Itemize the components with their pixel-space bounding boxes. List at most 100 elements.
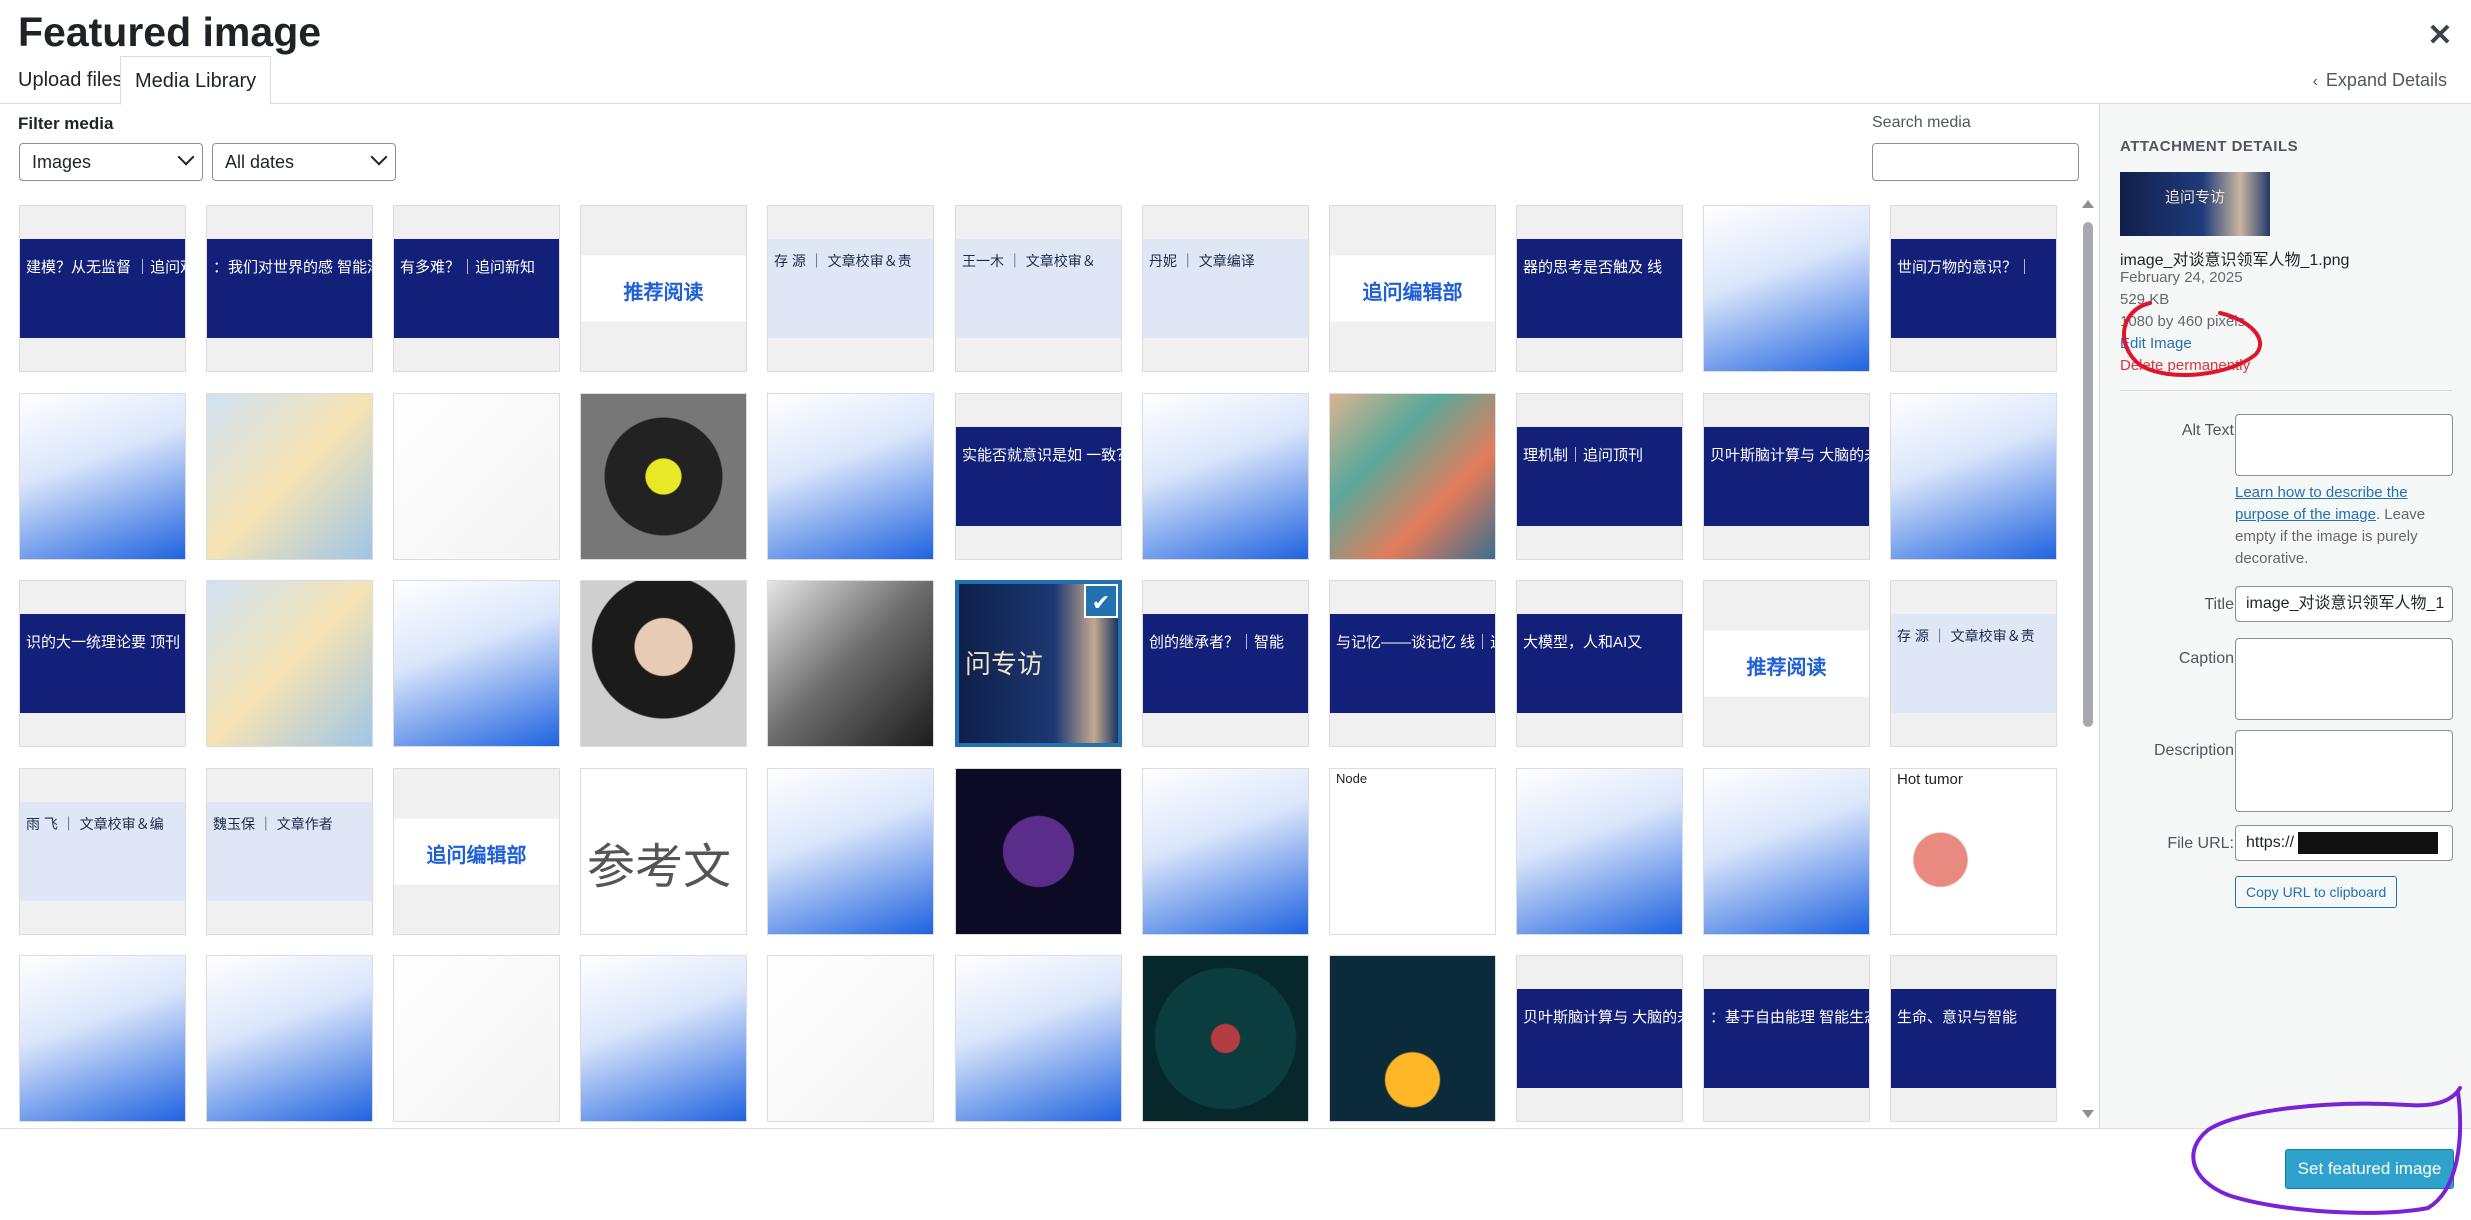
- thumbnail-art: [956, 206, 1121, 371]
- media-thumbnail[interactable]: [19, 955, 186, 1122]
- attachment-size: 529 KB: [2120, 291, 2170, 308]
- file-url-field[interactable]: https://: [2235, 825, 2453, 861]
- thumbnail-art: [1143, 394, 1308, 559]
- checkmark-icon[interactable]: ✔: [1084, 584, 1118, 618]
- media-thumbnail[interactable]: 有多难？｜追问新知: [393, 205, 560, 372]
- alt-text-field[interactable]: [2235, 414, 2453, 476]
- search-media-input[interactable]: [1872, 143, 2079, 181]
- scroll-down-arrow[interactable]: [2082, 1110, 2094, 1118]
- media-thumbnail[interactable]: 创的继承者？｜智能: [1142, 580, 1309, 747]
- media-thumbnail[interactable]: [1329, 955, 1496, 1122]
- tab-upload-files[interactable]: Upload files: [4, 56, 137, 104]
- media-thumbnail[interactable]: 参考文: [580, 768, 747, 935]
- media-thumbnail[interactable]: 魏玉保 ｜ 文章作者: [206, 768, 373, 935]
- thumbnail-art: [20, 394, 185, 559]
- thumbnail-art: [768, 769, 933, 934]
- media-thumbnail[interactable]: 追问编辑部: [393, 768, 560, 935]
- thumbnail-art: [1891, 206, 2056, 371]
- media-thumbnail[interactable]: [955, 768, 1122, 935]
- media-type-select[interactable]: Images: [19, 143, 203, 181]
- media-thumbnail[interactable]: [393, 955, 560, 1122]
- media-thumbnail[interactable]: ：基于自由能理 智能生态系统: [1703, 955, 1870, 1122]
- featured-image-modal: Featured image ✕ Upload files Media Libr…: [0, 0, 2471, 1220]
- media-thumbnail[interactable]: 大模型，人和AI又: [1516, 580, 1683, 747]
- thumbnail-caption: 建模？从无监督 ｜追问观察: [26, 259, 185, 276]
- media-thumbnail[interactable]: 雨 飞 ｜ 文章校审＆编: [19, 768, 186, 935]
- media-thumbnail[interactable]: [1142, 393, 1309, 560]
- media-thumbnail[interactable]: 器的思考是否触及 线: [1516, 205, 1683, 372]
- tab-media-library[interactable]: Media Library: [120, 56, 272, 105]
- media-thumbnail[interactable]: 识的大一统理论要 顶刊: [19, 580, 186, 747]
- chevron-left-icon: ‹: [2312, 73, 2318, 90]
- thumbnail-art: [956, 769, 1121, 934]
- media-thumbnail[interactable]: 王一木 ｜ 文章校审＆: [955, 205, 1122, 372]
- description-field[interactable]: [2235, 730, 2453, 812]
- media-thumbnail[interactable]: [1516, 768, 1683, 935]
- thumbnail-caption: 追问编辑部: [426, 845, 527, 867]
- set-featured-image-button[interactable]: Set featured image: [2285, 1149, 2454, 1189]
- media-thumbnail[interactable]: 贝叶斯脑计算与 大脑的未来吗？: [1516, 955, 1683, 1122]
- media-thumbnail[interactable]: [19, 393, 186, 560]
- media-thumbnail[interactable]: [393, 580, 560, 747]
- media-thumbnail[interactable]: 追问编辑部: [1329, 205, 1496, 372]
- media-thumbnail[interactable]: 生命、意识与智能: [1890, 955, 2057, 1122]
- media-thumbnail[interactable]: [767, 393, 934, 560]
- media-thumbnail[interactable]: 建模？从无监督 ｜追问观察: [19, 205, 186, 372]
- thumbnail-art: [1517, 581, 1682, 746]
- tab-bar: Upload files Media Library ‹ Expand Detai…: [0, 56, 2471, 105]
- media-thumbnail[interactable]: [1703, 768, 1870, 935]
- delete-permanently-link[interactable]: Delete permanently: [2120, 357, 2250, 374]
- thumbnail-caption: 王一木 ｜ 文章校审＆: [962, 253, 1096, 269]
- thumbnail-art: [1891, 581, 2056, 746]
- file-url-value: https://: [2246, 834, 2295, 851]
- media-thumbnail[interactable]: [1890, 393, 2057, 560]
- date-filter-select[interactable]: All dates: [212, 143, 396, 181]
- media-thumbnail[interactable]: [767, 955, 934, 1122]
- thumbnail-caption: 贝叶斯脑计算与 大脑的未来吗？: [1710, 447, 1869, 464]
- media-thumbnail[interactable]: [955, 955, 1122, 1122]
- media-thumbnail[interactable]: Node: [1329, 768, 1496, 935]
- media-thumbnail[interactable]: [1142, 955, 1309, 1122]
- media-thumbnail[interactable]: [206, 955, 373, 1122]
- media-thumbnail[interactable]: ：我们对世界的感 智能渐近线: [206, 205, 373, 372]
- media-thumbnail[interactable]: [206, 393, 373, 560]
- media-thumbnail[interactable]: [1142, 768, 1309, 935]
- media-thumbnail[interactable]: 与记忆——谈记忆 线｜追问观察: [1329, 580, 1496, 747]
- media-thumbnail[interactable]: 贝叶斯脑计算与 大脑的未来吗？: [1703, 393, 1870, 560]
- expand-details-button[interactable]: ‹ Expand Details: [2313, 56, 2447, 104]
- media-thumbnail[interactable]: [1329, 393, 1496, 560]
- media-thumbnail[interactable]: 存 源 ｜ 文章校审＆责: [767, 205, 934, 372]
- caption-field[interactable]: [2235, 638, 2453, 720]
- media-thumbnail[interactable]: Hot tumor: [1890, 768, 2057, 935]
- thumbnail-caption: 推荐阅读: [1746, 657, 1827, 679]
- media-thumbnail[interactable]: [767, 580, 934, 747]
- media-thumbnail[interactable]: 实能否就意识是如 一致？｜追问观察: [955, 393, 1122, 560]
- media-thumbnail[interactable]: 推荐阅读: [580, 205, 747, 372]
- media-thumbnail[interactable]: 世间万物的意识？｜: [1890, 205, 2057, 372]
- scroll-up-arrow[interactable]: [2082, 200, 2094, 208]
- title-field[interactable]: image_对谈意识领军人物_1: [2235, 586, 2453, 622]
- close-icon[interactable]: ✕: [2420, 16, 2460, 56]
- thumbnail-art: [20, 206, 185, 371]
- copy-url-button[interactable]: Copy URL to clipboard: [2235, 876, 2398, 908]
- media-thumbnail[interactable]: 推荐阅读: [1703, 580, 1870, 747]
- media-thumbnail-selected[interactable]: 问专访 ✔: [955, 580, 1122, 747]
- media-thumbnail[interactable]: [1703, 205, 1870, 372]
- thumbnail-art: [581, 956, 746, 1121]
- media-thumbnail[interactable]: [580, 580, 747, 747]
- media-thumbnail[interactable]: 丹妮 ｜ 文章编译: [1142, 205, 1309, 372]
- thumbnail-art: [20, 956, 185, 1121]
- media-thumbnail[interactable]: [206, 580, 373, 747]
- media-thumbnail[interactable]: [580, 393, 747, 560]
- media-thumbnail[interactable]: 理机制｜追问顶刊: [1516, 393, 1683, 560]
- media-thumbnail[interactable]: [767, 768, 934, 935]
- thumbnail-art: [1143, 956, 1308, 1121]
- scrollbar-thumb[interactable]: [2083, 222, 2093, 727]
- media-thumbnail[interactable]: [393, 393, 560, 560]
- attachment-date: February 24, 2025: [2120, 269, 2243, 286]
- redacted-block: [2298, 831, 2439, 854]
- media-thumbnail[interactable]: 存 源 ｜ 文章校审＆责: [1890, 580, 2057, 747]
- edit-image-link[interactable]: Edit Image: [2120, 335, 2192, 352]
- media-thumbnail[interactable]: [580, 955, 747, 1122]
- thumbnail-art: [207, 581, 372, 746]
